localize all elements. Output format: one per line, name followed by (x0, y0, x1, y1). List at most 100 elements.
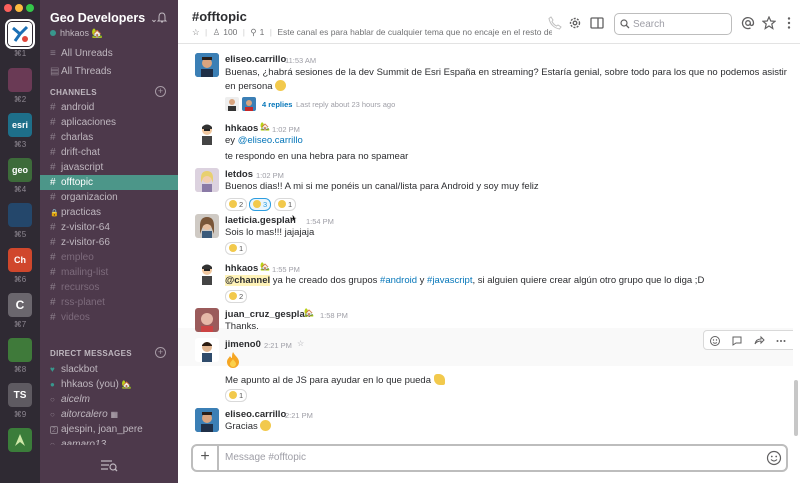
dm-aitorcalero[interactable]: ○ aitorcalero ▦ (40, 407, 178, 422)
team-icon-ts[interactable]: TS (8, 383, 32, 407)
sidebar-item-drift-chat[interactable]: # drift-chat (40, 145, 178, 160)
member-count[interactable]: 100 (223, 27, 237, 37)
attach-file-button[interactable]: + (193, 446, 219, 470)
message-timestamp[interactable]: 2:21 PM (285, 411, 313, 420)
reaction-thumbs-up[interactable]: 3 (249, 198, 272, 211)
pinned-count[interactable]: 1 (260, 27, 265, 37)
channels-heading[interactable]: CHANNELS (50, 88, 97, 97)
zoom-window-button[interactable] (26, 4, 34, 12)
reaction-thinking[interactable]: 1 (225, 389, 248, 402)
reaction-clap[interactable]: 2 (225, 198, 248, 211)
message-text: ey @eliseo.carrillo (225, 133, 303, 148)
start-thread-icon[interactable] (731, 335, 743, 347)
team-icon-geo-developers[interactable] (5, 19, 35, 49)
gear-icon[interactable] (568, 16, 582, 30)
avatar[interactable] (195, 338, 219, 362)
message-timestamp[interactable]: 1:58 PM (320, 311, 348, 320)
phone-icon[interactable] (548, 16, 562, 30)
more-actions-icon[interactable] (775, 335, 787, 347)
sidebar-item-practicas[interactable]: 🔒 practicas (40, 205, 178, 220)
team-icon-c[interactable]: C (8, 293, 32, 317)
pin-icon[interactable]: ⚲ (250, 27, 256, 37)
add-reaction-icon[interactable] (709, 335, 721, 347)
message-author[interactable]: jimeno0 (225, 339, 261, 350)
user-mention-link[interactable]: @eliseo.carrillo (238, 135, 303, 146)
message-input-placeholder[interactable]: Message #offtopic (225, 452, 306, 463)
avatar[interactable] (195, 168, 219, 192)
messages-scrollbar[interactable] (794, 380, 798, 436)
direct-messages-heading[interactable]: DIRECT MESSAGES (50, 349, 132, 358)
sidebar-item-label: organizacion (61, 192, 118, 203)
sidebar-item-charlas[interactable]: # charlas (40, 130, 178, 145)
dm-hhkaos[interactable]: ● hhkaos (you) 🏡 (40, 377, 178, 392)
close-window-button[interactable] (4, 4, 12, 12)
dm-aicelm[interactable]: ○ aicelm (40, 392, 178, 407)
bell-icon[interactable] (156, 12, 168, 24)
team-icon-2[interactable] (8, 68, 32, 92)
reaction-laugh[interactable]: 1 (274, 198, 297, 211)
sidebar-item-videos[interactable]: # videos (40, 310, 178, 325)
avatar[interactable] (195, 261, 219, 285)
dm-aamaro13[interactable]: ○ aamaro13 (40, 437, 178, 445)
reaction-thumbs-up[interactable]: 2 (225, 290, 248, 303)
message-author[interactable]: eliseo.carrillo (225, 54, 286, 65)
sidebar-item-organizacion[interactable]: # organizacion (40, 190, 178, 205)
message-timestamp[interactable]: 11:53 AM (285, 56, 316, 65)
channel-mention[interactable]: @channel (225, 275, 271, 286)
sidebar-item-label: recursos (61, 282, 100, 293)
sidebar-item-all-threads[interactable]: ▤ All Threads (40, 64, 178, 79)
sidebar-item-recursos[interactable]: # recursos (40, 280, 178, 295)
quick-switcher-icon[interactable] (100, 458, 118, 472)
sidebar-item-aplicaciones[interactable]: # aplicaciones (40, 115, 178, 130)
add-channel-icon[interactable]: + (155, 86, 166, 97)
details-pane-icon[interactable] (590, 16, 604, 30)
sidebar-item-javascript[interactable]: # javascript (40, 160, 178, 175)
share-icon[interactable] (753, 335, 765, 347)
sidebar-item-offtopic[interactable]: # offtopic (40, 175, 178, 190)
star-icon[interactable]: ☆ (192, 27, 200, 37)
dm-ajespin-joan-pere[interactable]: 2 ajespin, joan_pere (40, 422, 178, 437)
team-shortcut: ⌘3 (13, 140, 27, 149)
thread-replies-link[interactable]: 4 replies (262, 100, 292, 109)
sidebar-item-z-visitor-66[interactable]: # z-visitor-66 (40, 235, 178, 250)
message-text: Sois lo mas!!! jajajaja (225, 227, 315, 238)
channel-title[interactable]: #offtopic (192, 9, 247, 24)
add-dm-icon[interactable]: + (155, 347, 166, 358)
emoji-picker-icon[interactable] (766, 450, 782, 466)
members-icon[interactable]: ♙ (213, 27, 221, 37)
team-icon-ch[interactable]: Ch (8, 248, 32, 272)
sidebar-item-z-visitor-64[interactable]: # z-visitor-64 (40, 220, 178, 235)
sidebar-item-empleo[interactable]: # empleo (40, 250, 178, 265)
avatar[interactable] (195, 214, 219, 238)
sidebar-item-rss-planet[interactable]: # rss-planet (40, 295, 178, 310)
more-vertical-icon[interactable] (782, 16, 796, 30)
team-icon-10[interactable] (8, 428, 32, 452)
team-icon-5[interactable] (8, 203, 32, 227)
message-composer[interactable]: + Message #offtopic (191, 444, 788, 472)
reaction-laugh[interactable]: 1 (225, 242, 248, 255)
avatar[interactable] (195, 121, 219, 145)
star-icon[interactable]: ☆ (297, 339, 304, 348)
channel-link-javascript[interactable]: #javascript (427, 275, 472, 286)
team-icon-geo[interactable]: geo (8, 158, 32, 182)
avatar[interactable] (195, 53, 219, 77)
team-icon-esri[interactable]: esri (8, 113, 32, 137)
avatar[interactable] (195, 408, 219, 432)
mentions-icon[interactable] (741, 16, 755, 30)
message-timestamp[interactable]: 2:21 PM (264, 341, 292, 350)
search-input[interactable]: Search (614, 13, 732, 35)
unreads-icon: ≡ (50, 48, 56, 59)
avatar[interactable] (195, 308, 219, 332)
current-user[interactable]: hhkaos 🏡 (50, 28, 103, 39)
team-icon-8[interactable] (8, 338, 32, 362)
dm-slackbot[interactable]: ♥ slackbot (40, 362, 178, 377)
star-items-icon[interactable] (762, 16, 776, 30)
sidebar-item-mailing-list[interactable]: # mailing-list (40, 265, 178, 280)
channel-link-android[interactable]: #android (380, 275, 417, 286)
channel-topic[interactable]: Este canal es para hablar de cualquier t… (277, 27, 552, 37)
sidebar-item-android[interactable]: # android (40, 100, 178, 115)
sidebar-item-all-unreads[interactable]: ≡ All Unreads (40, 46, 178, 61)
team-name-menu[interactable]: Geo Developers ⌄ (50, 11, 157, 25)
minimize-window-button[interactable] (15, 4, 23, 12)
smile-emoji-icon (260, 420, 272, 431)
